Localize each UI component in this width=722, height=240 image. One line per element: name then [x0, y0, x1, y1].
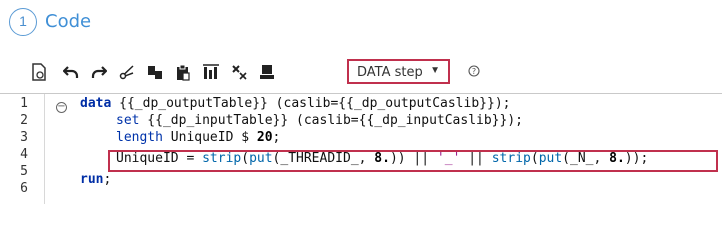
step-number-badge: 1: [9, 8, 37, 36]
code-line: data {{_dp_outputTable}} (caslib={{_dp_o…: [80, 96, 511, 111]
code-line: length UniqueID $ 20;: [116, 130, 281, 145]
line-number: 3: [20, 130, 28, 145]
code-line: run;: [80, 172, 112, 187]
paste-icon[interactable]: [172, 61, 194, 83]
copy-icon[interactable]: [144, 61, 166, 83]
code-editor[interactable]: 1 2 3 4 5 6 − data {{_dp_outputTable}} (…: [0, 93, 722, 204]
undo-icon[interactable]: [60, 61, 82, 83]
line-number: 2: [20, 113, 28, 128]
code-line: set {{_dp_inputTable}} (caslib={{_dp_inp…: [116, 113, 523, 128]
highlighted-line-box: [108, 150, 718, 172]
line-number: 1: [20, 96, 28, 111]
svg-text:?: ?: [472, 67, 476, 76]
format-icon[interactable]: [256, 61, 278, 83]
language-dropdown-value: DATA step: [357, 65, 423, 80]
line-number-gutter: 1 2 3 4 5 6: [0, 94, 45, 204]
line-number: 6: [20, 181, 28, 196]
fold-collapse-icon[interactable]: −: [56, 102, 67, 113]
redo-icon[interactable]: [88, 61, 110, 83]
line-number: 5: [20, 164, 28, 179]
line-number: 4: [20, 147, 28, 162]
clear-icon[interactable]: [228, 61, 250, 83]
cut-icon[interactable]: [116, 61, 138, 83]
language-dropdown[interactable]: DATA step ▼: [347, 59, 450, 84]
run-icon[interactable]: [28, 61, 50, 83]
help-icon[interactable]: ?: [468, 64, 480, 82]
chevron-down-icon: ▼: [430, 65, 440, 76]
step-title: Code: [45, 11, 92, 32]
insert-icon[interactable]: [200, 61, 222, 83]
